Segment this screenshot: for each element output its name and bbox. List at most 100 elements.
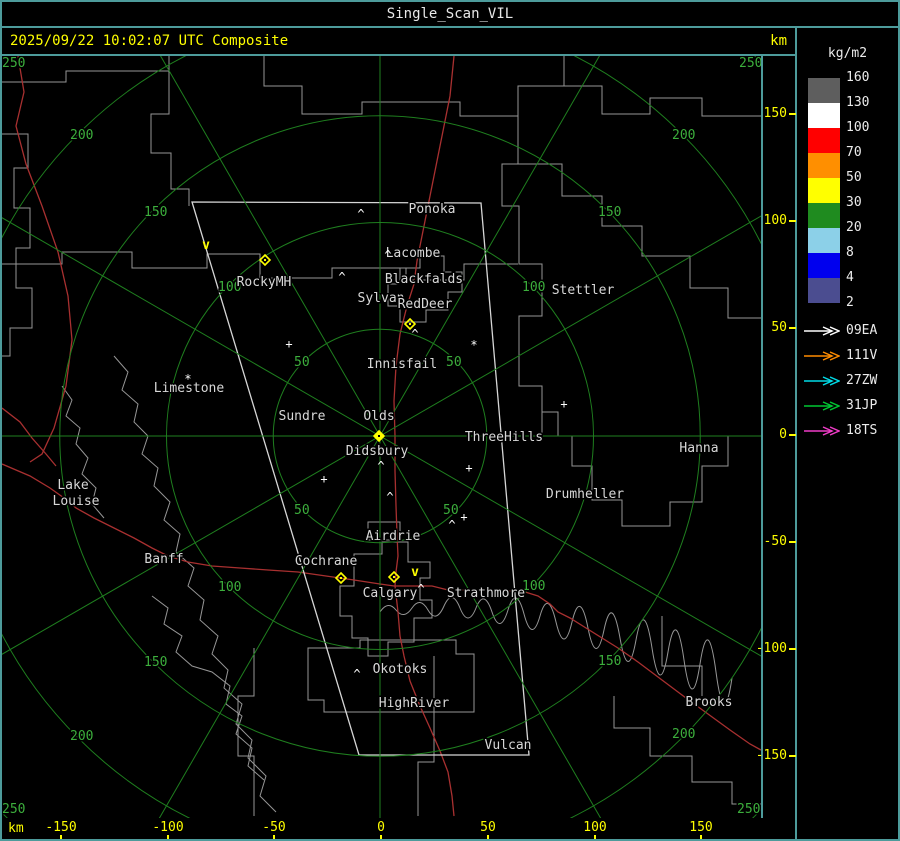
asterisk-marker: * [470, 338, 477, 352]
scale-value-label: 160 [846, 70, 870, 85]
bottom-axis-tick-label: 50 [480, 820, 496, 835]
ring-distance-label: 50 [446, 355, 462, 370]
radar-map-canvas: 50 5050 50100 100100 100150 150150 150200 20020… [2, 56, 761, 818]
scale-swatch-70 [808, 153, 840, 178]
scale-value-label: 2 [846, 295, 854, 310]
scale-swatch-8 [808, 253, 840, 278]
right-axis-unit-label: km [770, 33, 787, 49]
bottom-axis-tick-label: -150 [45, 820, 77, 835]
right-axis-tick-mark [789, 434, 796, 436]
bottom-axis-tick-label: -50 [262, 820, 286, 835]
radar-legend-row-31JP: 31JP [797, 399, 898, 413]
bottom-axis-tick-label: -100 [152, 820, 184, 835]
city-label-hanna: Hanna [679, 441, 718, 456]
scale-swatch-100 [808, 128, 840, 153]
radar-id-label: 31JP [846, 398, 878, 413]
ring-distance-label: 150 [144, 655, 167, 670]
scan-timestamp: 2025/09/22 10:02:07 UTC Composite [10, 33, 289, 49]
caret-marker: ^ [377, 459, 384, 473]
right-axis-tick-mark [789, 220, 796, 222]
bottom-axis-tick-label: 0 [377, 820, 385, 835]
caret-marker: ^ [448, 518, 455, 532]
ring-distance-label: 100 [218, 580, 241, 595]
window-title: Single_Scan_VIL [386, 6, 514, 22]
city-label-drumheller: Drumheller [546, 487, 624, 502]
caret-marker: ^ [417, 582, 424, 596]
caret-marker: ^ [338, 270, 345, 284]
right-axis-tick-mark [789, 648, 796, 650]
ring-distance-label: 100 [522, 579, 545, 594]
scale-value-label: 8 [846, 245, 854, 260]
asterisk-marker: * [184, 372, 191, 386]
ring-distance-label: 200 [70, 128, 93, 143]
ring-distance-label: 250 [2, 56, 25, 71]
bottom-axis-tick-mark [594, 835, 596, 841]
right-axis-tick-label: 50 [771, 320, 787, 335]
scale-value-label: 100 [846, 120, 870, 135]
radar-id-label: 18TS [846, 423, 878, 438]
city-label-vulcan: Vulcan [485, 738, 532, 753]
ring-distance-label: 100 [522, 280, 545, 295]
ring-distance-label: 150 [598, 654, 621, 669]
scale-swatch-20 [808, 228, 840, 253]
bottom-axis-tick-mark [487, 835, 489, 841]
caret-marker: ^ [411, 327, 418, 341]
scale-value-label: 30 [846, 195, 862, 210]
bottom-distance-axis: km -150 -100 -50 0 50 100 150 [0, 818, 795, 841]
radar-legend-row-18TS: 18TS [797, 424, 898, 438]
city-label-banff: Banff [144, 552, 183, 567]
city-label-rockymh: RockyMH [237, 275, 292, 290]
radar-legend-row-27ZW: 27ZW [797, 374, 898, 388]
city-label-brooks: Brooks [686, 695, 733, 710]
caret-marker: ^ [357, 207, 364, 221]
bottom-axis-unit-label: km [8, 821, 24, 836]
scale-swatch-130 [808, 103, 840, 128]
radar-arrow-icon [804, 401, 840, 411]
right-axis-tick-label: -50 [763, 534, 787, 549]
city-label-blackfalds: Blackfalds [385, 272, 463, 287]
scale-swatch-30 [808, 203, 840, 228]
right-axis-tick-label: -100 [755, 641, 787, 656]
bottom-axis-tick-mark [167, 835, 169, 841]
bottom-axis-tick-mark [700, 835, 702, 841]
city-label-sundre: Sundre [279, 409, 326, 424]
city-label-highriver: HighRiver [379, 696, 450, 711]
storm-cell-diamond-marker [387, 570, 401, 584]
scale-value-label: 70 [846, 145, 862, 160]
radar-legend-row-111V: 111V [797, 349, 898, 363]
radar-arrow-icon [804, 326, 840, 336]
city-label-lacombe: Lacombe [386, 246, 441, 261]
caret-marker: ^ [384, 248, 391, 262]
scale-swatch-160 [808, 78, 840, 103]
ring-distance-label: 50 [294, 503, 310, 518]
city-label-lake: Lake [57, 478, 88, 493]
ring-distance-label: 200 [672, 128, 695, 143]
city-label-didsbury: Didsbury [346, 444, 409, 459]
check-marker: v [411, 565, 419, 580]
plus-marker: + [320, 472, 327, 486]
radar-map-area[interactable]: 50 50 50 50 100 100 100 100 150 150 150 150 200 200 20… [0, 54, 763, 820]
radar-id-label: 09EA [846, 323, 878, 338]
city-label-ponoka: Ponoka [409, 202, 456, 217]
plus-marker: + [560, 397, 567, 411]
plus-marker: + [465, 461, 472, 475]
right-axis-tick-mark [789, 541, 796, 543]
scale-value-label: 4 [846, 270, 854, 285]
ring-distance-label: 250 [739, 56, 761, 71]
radar-id-label: 111V [846, 348, 878, 363]
right-axis-tick-label: 150 [763, 106, 787, 121]
city-label-reddeer: RedDeer [398, 297, 453, 312]
city-label-calgary: Calgary [363, 586, 418, 601]
scale-swatch-50 [808, 178, 840, 203]
bottom-axis-tick-mark [60, 835, 62, 841]
radar-arrow-icon [804, 376, 840, 386]
radar-legend-row-09EA: 09EA [797, 324, 898, 338]
city-label-airdrie: Airdrie [366, 529, 421, 544]
caret-marker: ^ [386, 490, 393, 504]
ring-distance-label: 50 [443, 503, 459, 518]
window-title-bar[interactable]: Single_Scan_VIL [0, 0, 900, 28]
check-marker: v [202, 238, 210, 253]
bottom-axis-tick-label: 150 [689, 820, 713, 835]
city-label-strathmore: Strathmore [447, 586, 525, 601]
scale-value-label: 130 [846, 95, 870, 110]
